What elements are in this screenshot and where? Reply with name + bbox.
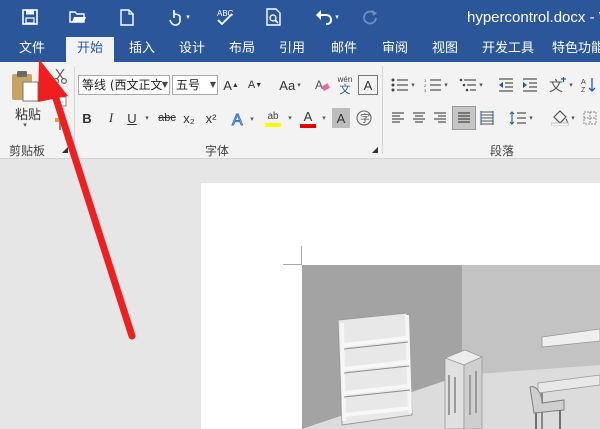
multilevel-list-icon[interactable]: ▾ bbox=[455, 75, 487, 95]
copy-icon[interactable] bbox=[50, 90, 70, 110]
distributed-icon[interactable] bbox=[478, 108, 496, 128]
format-painter-icon[interactable] bbox=[50, 114, 70, 134]
svg-text:ABC: ABC bbox=[217, 9, 234, 18]
redo-icon bbox=[359, 6, 381, 28]
tab-references[interactable]: 引用 bbox=[272, 35, 312, 62]
align-center-icon[interactable] bbox=[410, 108, 428, 128]
touch-mode-icon[interactable]: ▾ bbox=[164, 6, 194, 28]
tab-file[interactable]: 文件 bbox=[6, 35, 58, 62]
borders-icon[interactable] bbox=[580, 108, 600, 128]
underline-button[interactable]: U bbox=[124, 108, 140, 128]
font-group-label: 字体 bbox=[205, 144, 230, 158]
tab-developer[interactable]: 开发工具 bbox=[476, 35, 540, 62]
save-icon[interactable] bbox=[18, 6, 42, 28]
chevron-down-icon[interactable]: ▼ bbox=[210, 76, 216, 94]
highlight-button[interactable]: ab bbox=[262, 106, 284, 132]
cut-icon[interactable] bbox=[50, 66, 70, 86]
highlight-label: ab bbox=[267, 111, 279, 122]
ribbon-tabs: 文件 开始 插入 设计 布局 引用 邮件 审阅 视图 开发工具 特色功能 bbox=[0, 35, 600, 62]
group-separator bbox=[74, 66, 75, 154]
character-border-icon[interactable]: A bbox=[358, 75, 378, 95]
phonetic-guide-button[interactable]: wén 文 bbox=[334, 72, 356, 98]
font-size-value: 五号 bbox=[176, 78, 201, 92]
tab-home[interactable]: 开始 bbox=[66, 37, 114, 62]
inserted-image[interactable] bbox=[302, 265, 600, 429]
svg-text:3: 3 bbox=[424, 88, 427, 92]
increase-indent-icon[interactable] bbox=[520, 75, 540, 95]
tab-layout[interactable]: 布局 bbox=[222, 35, 262, 62]
bullets-icon[interactable]: ▾ bbox=[388, 75, 418, 95]
tab-mailings[interactable]: 邮件 bbox=[324, 35, 364, 62]
shading-icon[interactable]: ▾ bbox=[548, 108, 578, 128]
text-effects-icon[interactable]: A ▾ bbox=[230, 108, 254, 130]
change-case-button[interactable]: Aa ▾ bbox=[272, 75, 308, 95]
svg-text:A: A bbox=[315, 78, 323, 92]
grow-font-icon[interactable]: A ▲ bbox=[222, 75, 240, 95]
numbering-icon[interactable]: 1 2 3 ▾ bbox=[421, 75, 451, 95]
align-left-icon[interactable] bbox=[389, 108, 407, 128]
undo-icon[interactable]: ▾ bbox=[310, 6, 344, 28]
paragraph-group-label: 段落 bbox=[490, 144, 515, 158]
margin-corner-mark bbox=[283, 246, 302, 265]
decrease-indent-icon[interactable] bbox=[496, 75, 516, 95]
ribbon: 粘贴 ▾ 剪贴板 ◢ 等线 (西文正文 ▼ 五号 ▼ A ▲ A ▼ Aa ▾ A wén… bbox=[0, 62, 600, 159]
bold-button[interactable]: B bbox=[80, 108, 94, 128]
subscript-button[interactable]: x₂ bbox=[180, 108, 198, 128]
shrink-font-icon[interactable]: A ▼ bbox=[246, 75, 264, 95]
font-color-dropdown[interactable]: ▾ bbox=[318, 108, 328, 128]
tab-review[interactable]: 审阅 bbox=[375, 35, 415, 62]
svg-text:Z: Z bbox=[581, 87, 586, 93]
highlight-dropdown[interactable]: ▾ bbox=[284, 108, 294, 128]
strikethrough-button[interactable]: abc bbox=[156, 108, 178, 128]
new-document-icon[interactable] bbox=[116, 6, 138, 28]
chinese-layout-icon[interactable]: 文 ▾ bbox=[546, 75, 576, 95]
font-name-combo[interactable]: 等线 (西文正文 ▼ bbox=[78, 75, 170, 95]
tab-insert[interactable]: 插入 bbox=[122, 35, 162, 62]
line-spacing-icon[interactable]: ▾ bbox=[506, 108, 536, 128]
print-preview-icon[interactable] bbox=[262, 6, 286, 28]
svg-text:A: A bbox=[232, 112, 243, 128]
align-right-icon[interactable] bbox=[431, 108, 449, 128]
svg-text:文: 文 bbox=[549, 79, 563, 93]
justify-icon[interactable] bbox=[452, 106, 476, 130]
character-shading-icon[interactable]: A bbox=[332, 108, 350, 128]
font-color-swatch bbox=[300, 124, 316, 128]
document-title: hypercontrol.docx - V bbox=[467, 9, 600, 26]
font-dialog-launcher-icon[interactable]: ◢ bbox=[370, 144, 380, 154]
title-bar: ▾ ABC ▾ hypercontrol.docx - V bbox=[0, 0, 600, 35]
cube-box bbox=[443, 349, 484, 429]
font-color-button[interactable]: A bbox=[298, 106, 318, 132]
tab-special-features[interactable]: 特色功能 bbox=[552, 35, 600, 62]
tab-view[interactable]: 视图 bbox=[425, 35, 465, 62]
group-separator bbox=[382, 66, 383, 154]
underline-dropdown[interactable]: ▾ bbox=[141, 108, 151, 128]
enclose-characters-icon[interactable]: 字 bbox=[354, 108, 374, 128]
svg-text:A: A bbox=[581, 79, 586, 86]
tab-design[interactable]: 设计 bbox=[172, 35, 212, 62]
chevron-down-icon[interactable]: ▼ bbox=[162, 76, 168, 94]
highlight-color-swatch bbox=[265, 123, 281, 127]
clipboard-group-label: 剪贴板 bbox=[9, 144, 46, 158]
spelling-icon[interactable]: ABC bbox=[213, 6, 237, 28]
svg-text:字: 字 bbox=[360, 112, 370, 125]
paste-icon[interactable] bbox=[8, 68, 42, 106]
clear-formatting-icon[interactable]: A bbox=[313, 75, 331, 95]
paste-dropdown[interactable]: ▾ bbox=[14, 120, 34, 130]
font-size-combo[interactable]: 五号 ▼ bbox=[172, 75, 218, 95]
bookshelf bbox=[337, 312, 413, 426]
font-color-label: A bbox=[303, 109, 313, 124]
change-case-label: Aa bbox=[279, 77, 296, 93]
italic-button[interactable]: I bbox=[104, 108, 118, 128]
sort-icon[interactable]: AZ bbox=[578, 75, 600, 95]
superscript-button[interactable]: x² bbox=[202, 108, 220, 128]
clipboard-dialog-launcher-icon[interactable]: ◢ bbox=[60, 144, 70, 154]
phonetic-guide-bottom: 文 bbox=[339, 84, 351, 96]
open-icon[interactable] bbox=[66, 6, 90, 28]
font-name-value: 等线 (西文正文 bbox=[82, 78, 163, 92]
